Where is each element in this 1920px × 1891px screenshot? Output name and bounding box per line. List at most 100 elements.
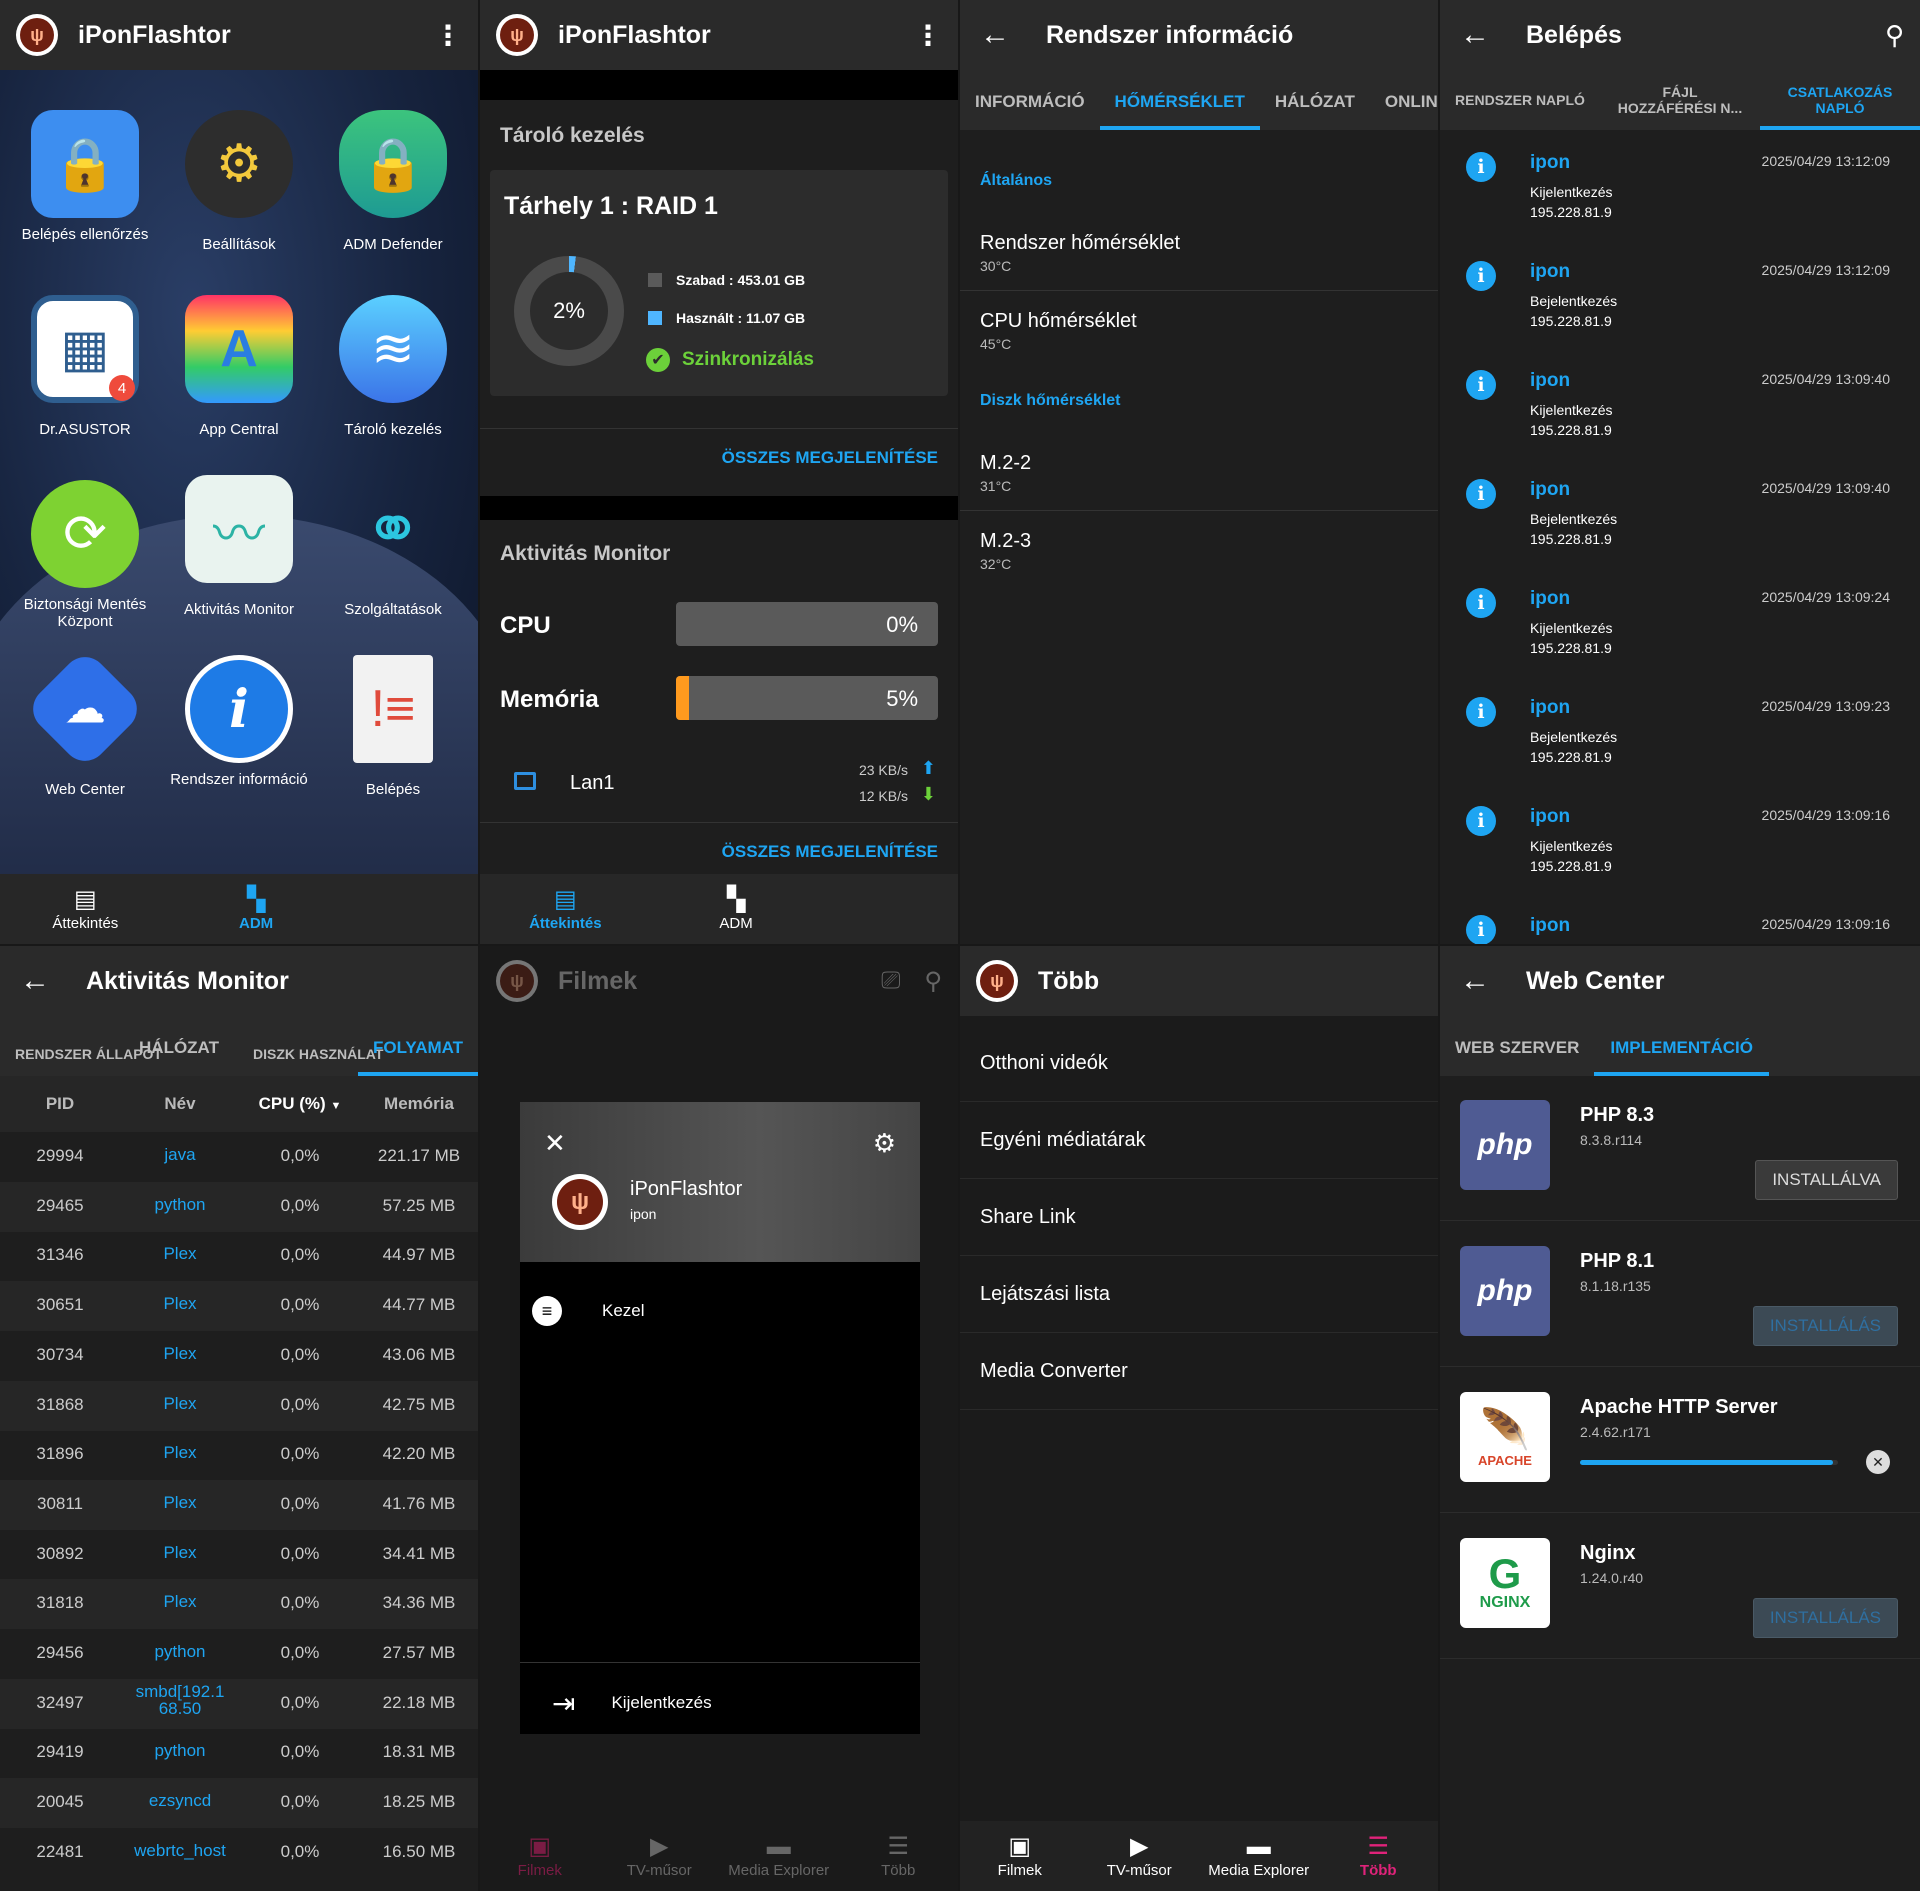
movies-panel: ψ Filmek ⎚ ⚲ ✕ ⚙ ψ iPonFlashtor ipon ≡ K…	[480, 946, 958, 1891]
log-timestamp: 2025/04/29 13:09:40	[1761, 371, 1890, 387]
drawer-header: ✕ ⚙ ψ iPonFlashtor ipon	[520, 1102, 920, 1262]
install-button[interactable]: INSTALLÁLÁS	[1752, 1598, 1898, 1638]
log-entry[interactable]: i ipon 2025/04/29 13:09:24 Kijelentkezés…	[1440, 574, 1920, 683]
table-row[interactable]: 30651 Plex 0,0% 44.77 MB	[0, 1281, 478, 1332]
tab-system-log[interactable]: RENDSZER NAPLÓ	[1440, 92, 1600, 130]
logout-item[interactable]: ⇥ Kijelentkezés	[552, 1678, 712, 1728]
back-arrow-icon[interactable]: ←	[20, 964, 50, 998]
tab-disk-usage[interactable]: DISZK HASZNÁLAT	[238, 1046, 383, 1076]
tab-information[interactable]: INFORMÁCIÓ	[960, 93, 1100, 130]
table-row[interactable]: 29994 java 0,0% 221.17 MB	[0, 1132, 478, 1182]
log-entry[interactable]: i ipon 2025/04/29 13:12:09 Kijelentkezés…	[1440, 138, 1920, 247]
col-pid[interactable]: PID	[0, 1094, 120, 1114]
disk-temp-label: M.2-2	[980, 452, 1032, 474]
table-row[interactable]: 20045 ezsyncd 0,0% 18.25 MB	[0, 1778, 478, 1829]
show-all-monitor-link[interactable]: ÖSSZES MEGJELENÍTÉSE	[722, 842, 938, 862]
tab-online[interactable]: ONLINE F	[1370, 93, 1438, 130]
app-adm-defender[interactable]: 🔒 ADM Defender	[318, 110, 468, 253]
log-entry[interactable]: i ipon 2025/04/29 13:09:40 Bejelentkezés…	[1440, 465, 1920, 574]
app-activity-monitor[interactable]: 〰 Aktivitás Monitor	[164, 475, 314, 618]
table-row[interactable]: 31868 Plex 0,0% 42.75 MB	[0, 1380, 478, 1431]
tab-process[interactable]: FOLYAMAT	[358, 1039, 478, 1076]
col-name[interactable]: Név	[120, 1094, 240, 1114]
app-label: Beállítások	[202, 236, 276, 253]
app-settings[interactable]: ⚙ Beállítások	[164, 110, 314, 253]
install-button[interactable]: INSTALLÁLÁS	[1752, 1306, 1898, 1346]
show-all-storage-link[interactable]: ÖSSZES MEGJELENÍTÉSE	[722, 448, 938, 468]
table-row[interactable]: 31818 Plex 0,0% 34.36 MB	[0, 1579, 478, 1630]
col-cpu[interactable]: CPU (%) ▼	[240, 1094, 360, 1114]
table-row[interactable]: 31896 Plex 0,0% 42.20 MB	[0, 1430, 478, 1480]
nav-more[interactable]: ☰ Több	[839, 1821, 959, 1891]
table-row[interactable]: 22481 webrtc_host 0,0% 16.50 MB	[0, 1828, 478, 1878]
menu-item[interactable]: Media Converter	[960, 1334, 1438, 1410]
back-arrow-icon[interactable]: ←	[1460, 964, 1490, 998]
back-arrow-icon[interactable]: ←	[1460, 18, 1490, 52]
volume-card[interactable]: Tárhely 1 : RAID 1 2% Szabad : 453.01 GB…	[490, 170, 948, 396]
app-dr-asustor[interactable]: ▦ 4 Dr.ASUSTOR	[10, 295, 160, 438]
app-log[interactable]: !≡ Belépés	[318, 655, 468, 798]
app-system-info[interactable]: i Rendszer információ	[164, 655, 314, 788]
cast-icon[interactable]: ⎚	[881, 967, 900, 995]
table-row[interactable]: 30734 Plex 0,0% 43.06 MB	[0, 1331, 478, 1381]
back-arrow-icon[interactable]: ←	[980, 18, 1010, 52]
cell-name: java	[164, 1145, 196, 1164]
app-backup[interactable]: ⟳ Biztonsági Mentés Központ	[10, 480, 160, 630]
log-entry[interactable]: i ipon 2025/04/29 13:09:40 Kijelentkezés…	[1440, 356, 1920, 465]
nav-label: Media Explorer	[1208, 1861, 1310, 1879]
table-row[interactable]: 29456 python 0,0% 27.57 MB	[0, 1629, 478, 1679]
tab-network[interactable]: HÁLÓZAT	[1260, 93, 1370, 130]
menu-item[interactable]: Share Link	[960, 1180, 1438, 1256]
menu-item[interactable]: Lejátszási lista	[960, 1257, 1438, 1333]
table-row[interactable]: 30892 Plex 0,0% 34.41 MB	[0, 1530, 478, 1580]
table-row[interactable]: 30811 Plex 0,0% 41.76 MB	[0, 1479, 478, 1530]
info-icon: i	[1466, 261, 1496, 291]
nav-more[interactable]: ☰ Több	[1319, 1821, 1439, 1891]
app-storage[interactable]: ≋ Tároló kezelés	[318, 295, 468, 438]
app-app-central[interactable]: A App Central	[164, 295, 314, 438]
app-services[interactable]: ⚭ Szolgáltatások	[318, 475, 468, 618]
nav-adm[interactable]: ▚ ADM	[171, 874, 342, 944]
nav-media-explorer[interactable]: ▬ Media Explorer	[719, 1821, 839, 1891]
log-entry[interactable]: i ipon 2025/04/29 13:09:16	[1440, 901, 1920, 944]
more-menu-icon[interactable]: ⋮	[914, 19, 942, 52]
col-memory[interactable]: Memória	[360, 1094, 478, 1114]
manage-item[interactable]: ≡ Kezel	[532, 1286, 902, 1336]
tab-file-access-log[interactable]: FÁJL HOZZÁFÉRÉSI N...	[1600, 84, 1760, 130]
close-icon[interactable]: ✕	[544, 1128, 566, 1159]
tab-system-status[interactable]: RENDSZER ÁLLAPOT	[0, 1046, 162, 1076]
tab-web-server[interactable]: WEB SZERVER	[1440, 1039, 1594, 1076]
nav-tv[interactable]: ▶ TV-műsor	[600, 1821, 720, 1891]
tab-connection-log[interactable]: CSATLAKOZÁS NAPLÓ	[1760, 84, 1920, 130]
menu-item[interactable]: Egyéni médiatárak	[960, 1103, 1438, 1179]
nav-label: ADM	[719, 914, 753, 932]
folder-icon: ▬	[1246, 1832, 1271, 1860]
tab-implementation[interactable]: IMPLEMENTÁCIÓ	[1594, 1039, 1769, 1076]
app-login-check[interactable]: 🔒 Belépés ellenőrzés	[10, 110, 160, 243]
gear-icon[interactable]: ⚙	[873, 1128, 896, 1159]
table-row[interactable]: 32497 smbd[192.168.50 0,0% 22.18 MB	[0, 1678, 478, 1729]
tab-network[interactable]: HÁLÓZAT	[120, 1039, 238, 1076]
more-menu-icon[interactable]: ⋮	[434, 19, 462, 52]
installed-button[interactable]: INSTALLÁLVA	[1755, 1160, 1898, 1200]
log-entry[interactable]: i ipon 2025/04/29 13:12:09 Bejelentkezés…	[1440, 247, 1920, 356]
nav-overview[interactable]: ▤ Áttekintés	[0, 874, 171, 944]
nav-media-explorer[interactable]: ▬ Media Explorer	[1199, 1821, 1319, 1891]
app-label: Dr.ASUSTOR	[39, 421, 131, 438]
cancel-icon[interactable]: ✕	[1866, 1450, 1890, 1474]
tab-temperature[interactable]: HŐMÉRSÉKLET	[1099, 93, 1260, 130]
table-row[interactable]: 31346 Plex 0,0% 44.97 MB	[0, 1231, 478, 1281]
search-icon[interactable]: ⚲	[924, 967, 942, 996]
nav-movies[interactable]: ▣ Filmek	[480, 1821, 600, 1891]
app-web-center[interactable]: ☁ Web Center	[10, 647, 160, 798]
nav-tv[interactable]: ▶ TV-műsor	[1080, 1821, 1200, 1891]
table-row[interactable]: 29465 python 0,0% 57.25 MB	[0, 1181, 478, 1232]
nav-overview[interactable]: ▤ Áttekintés	[480, 874, 651, 944]
search-icon[interactable]: ⚲	[1885, 20, 1904, 51]
log-entry[interactable]: i ipon 2025/04/29 13:09:23 Bejelentkezés…	[1440, 683, 1920, 792]
table-row[interactable]: 29419 python 0,0% 18.31 MB	[0, 1728, 478, 1778]
nav-adm[interactable]: ▚ ADM	[651, 874, 822, 944]
menu-item[interactable]: Otthoni videók	[960, 1026, 1438, 1102]
nav-movies[interactable]: ▣ Filmek	[960, 1821, 1080, 1891]
log-entry[interactable]: i ipon 2025/04/29 13:09:16 Kijelentkezés…	[1440, 792, 1920, 901]
